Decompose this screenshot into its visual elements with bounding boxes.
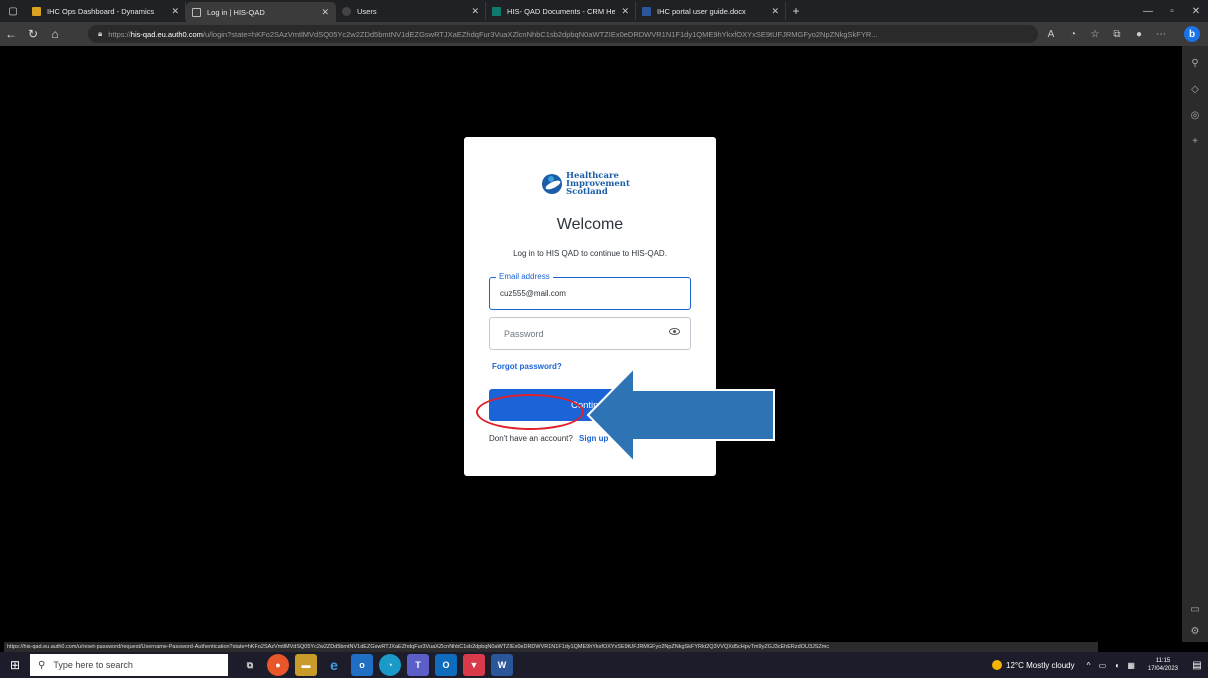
url-path: /u/login?state=hKFo2SAzVmtlMVdSQ05Yc2w2Z…: [202, 29, 878, 39]
bing-copilot-icon[interactable]: b: [1184, 26, 1200, 42]
windows-start-icon[interactable]: ⊞: [0, 652, 30, 678]
new-tab-button[interactable]: +: [786, 4, 806, 18]
url-prefix: https://: [108, 29, 131, 39]
tab-title: Users: [357, 6, 377, 16]
page-title: Welcome: [556, 216, 624, 233]
show-password-icon[interactable]: [669, 328, 680, 335]
window-controls: — ▫ ✕: [1136, 0, 1208, 22]
task-view-icon[interactable]: ⧉: [239, 654, 261, 676]
tools-icon[interactable]: ◎: [1182, 110, 1208, 121]
tab-login-his-qad[interactable]: Log in | HIS-QAD ✕: [186, 2, 336, 22]
tab-title: HIS- QAD Documents - CRM Hel: [507, 6, 616, 16]
more-icon[interactable]: ⋯: [1150, 29, 1172, 40]
file-explorer-icon[interactable]: ▬: [295, 654, 317, 676]
tab-title: IHC Ops Dashboard - Dynamics: [47, 6, 155, 16]
tab-ihc-ops-dashboard[interactable]: IHC Ops Dashboard - Dynamics ✕: [26, 2, 186, 20]
tab-title: IHC portal user guide.docx: [657, 6, 746, 16]
close-icon[interactable]: ✕: [321, 7, 329, 18]
password-placeholder: Password: [504, 329, 544, 339]
search-icon[interactable]: ⚲: [1182, 58, 1208, 69]
page-icon: [192, 7, 201, 17]
lock-icon: 🔒︎: [98, 29, 103, 38]
tab-actions-icon[interactable]: ▢: [0, 0, 26, 22]
word-icon[interactable]: W: [491, 654, 513, 676]
users-icon: [342, 6, 351, 16]
read-aloud-icon[interactable]: A: [1040, 29, 1062, 40]
outlook-icon[interactable]: o: [351, 654, 373, 676]
no-account-text: Don't have an account?: [489, 434, 573, 443]
close-icon[interactable]: ✕: [171, 6, 179, 17]
forgot-password-link[interactable]: Forgot password?: [492, 362, 562, 371]
restore-icon[interactable]: ▫: [1160, 0, 1184, 22]
annotation-arrow: [586, 366, 775, 464]
email-value: cuz555@mail.com: [500, 289, 566, 298]
close-icon[interactable]: ✕: [621, 6, 629, 17]
brave-icon[interactable]: ▼: [463, 654, 485, 676]
shopping-icon[interactable]: ◇: [1182, 84, 1208, 95]
edge-icon[interactable]: ◔: [379, 654, 401, 676]
his-logo: Healthcare Improvement Scotland: [542, 172, 630, 196]
login-subtitle: Log in to HIS QAD to continue to HIS-QAD…: [513, 249, 667, 258]
password-field[interactable]: Password: [489, 317, 691, 350]
clock[interactable]: 11:15 17/04/2023: [1148, 657, 1178, 673]
annotation-circle: [476, 394, 584, 430]
system-tray: 12°C Mostly cloudy ^ ▭ ◖ ▦ 11:15 17/04/2…: [992, 652, 1208, 678]
chrome-icon[interactable]: ●: [267, 654, 289, 676]
windows-taskbar: ⊞ ⚲ Type here to search ⧉ ● ▬ e o ◔ T O …: [0, 652, 1208, 678]
home-icon[interactable]: ⌂: [44, 22, 66, 46]
word-icon: [642, 6, 651, 16]
settings-icon[interactable]: ⚙: [1182, 626, 1208, 637]
browser-tab-strip: ▢ IHC Ops Dashboard - Dynamics ✕ Log in …: [0, 0, 1208, 22]
dynamics-icon: [32, 6, 41, 16]
clock-time: 11:15: [1155, 658, 1171, 664]
sharepoint-icon: [492, 6, 501, 16]
search-icon: ⚲: [38, 659, 46, 671]
close-icon[interactable]: ✕: [471, 6, 479, 17]
refresh-icon[interactable]: ↻: [22, 22, 44, 46]
taskbar-apps: ⧉ ● ▬ e o ◔ T O ▼ W: [236, 654, 516, 676]
close-icon[interactable]: ✕: [771, 6, 779, 17]
taskbar-search-input[interactable]: ⚲ Type here to search: [30, 654, 228, 676]
close-window-icon[interactable]: ✕: [1184, 0, 1208, 22]
address-input[interactable]: 🔒︎ https://his-qad.eu.auth0.com/u/login?…: [88, 25, 1038, 43]
weather-icon: [992, 660, 1003, 670]
back-icon[interactable]: ←: [0, 22, 22, 46]
toolbar-actions: A ◔ ☆ ⧉ ● ⋯: [1040, 22, 1172, 46]
clock-date: 17/04/2023: [1147, 666, 1178, 672]
url-host: his-qad.eu.auth0.com: [130, 29, 203, 39]
profile-icon[interactable]: ●: [1128, 29, 1150, 40]
minimize-icon[interactable]: —: [1136, 0, 1160, 22]
outlook-web-icon[interactable]: O: [435, 654, 457, 676]
internet-explorer-icon[interactable]: e: [323, 654, 345, 676]
teams-icon[interactable]: T: [407, 654, 429, 676]
his-logo-text: Healthcare Improvement Scotland: [566, 172, 630, 197]
status-url: https://his-qad.eu.auth0.com/u/reset-pas…: [4, 642, 1098, 652]
tab-users[interactable]: Users ✕: [336, 2, 486, 20]
notifications-icon[interactable]: ▤: [1186, 660, 1208, 671]
edge-sidebar: ⚲ ◇ ◎ + ▭ ⚙: [1182, 46, 1208, 642]
add-icon[interactable]: +: [1182, 136, 1208, 147]
search-placeholder: Type here to search: [53, 660, 133, 670]
sidebar-toggle-icon[interactable]: ▭: [1182, 604, 1208, 615]
weather-text: 12°C Mostly cloudy: [1006, 660, 1075, 670]
logo-line: Scotland: [566, 187, 608, 197]
address-toolbar: ← ↻ ⌂ 🔒︎ https://his-qad.eu.auth0.com/u/…: [0, 22, 1208, 46]
tray-icons[interactable]: ^ ▭ ◖ ▦: [1087, 661, 1138, 670]
favorites-icon[interactable]: ☆: [1084, 29, 1106, 40]
tab-title: Log in | HIS-QAD: [207, 7, 265, 17]
email-label: Email address: [496, 272, 553, 281]
email-field[interactable]: Email address cuz555@mail.com: [489, 272, 691, 310]
tab-ihc-portal-user-guide[interactable]: IHC portal user guide.docx ✕: [636, 2, 786, 20]
extension-icon[interactable]: ◔: [1062, 29, 1084, 40]
weather-widget[interactable]: 12°C Mostly cloudy: [992, 660, 1075, 670]
his-logo-icon: [542, 174, 562, 194]
collections-icon[interactable]: ⧉: [1106, 29, 1128, 40]
tab-his-qad-documents[interactable]: HIS- QAD Documents - CRM Hel ✕: [486, 2, 636, 20]
